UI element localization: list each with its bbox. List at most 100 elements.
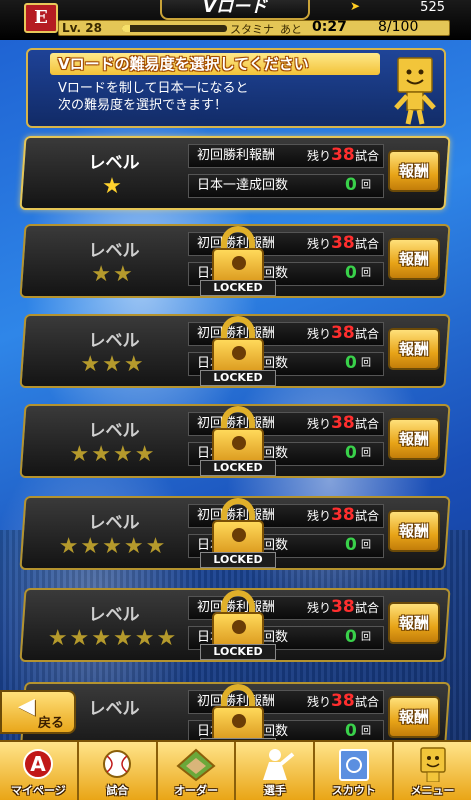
nav-label: メニュー [410,784,455,797]
locked-label: LOCKED [200,280,276,296]
player-level: Lv. 28 [62,21,102,35]
nav-label: 選手 [263,784,286,797]
instruction-banner: Vロードの難易度を選択してください Vロードを制して日本一になると 次の難易度を… [26,48,446,128]
player-icon [262,749,295,780]
remaining-games: 38 [331,145,355,165]
order-icon [176,748,216,782]
keyhole-icon [232,620,246,634]
first-win-reward-line: 初回勝利報酬 残り 38 試合 [188,144,384,168]
reward-button[interactable]: 報酬 [388,602,440,644]
level-row-6: レベル ★★★★★★ 初回勝利報酬 残り 38 試合 日本一達成回数 0 回 報… [19,588,451,662]
coin-count: 525 [420,0,445,15]
times-unit: 回 [361,632,371,643]
level-row-2: レベル ★★ 初回勝利報酬 残り 38 試合 日本一達成回数 0 回 報酬 LO… [19,224,451,298]
stamina-gauge [122,25,227,32]
stamina-count: 8/100 [378,19,419,35]
nav-label: マイページ [11,784,66,797]
champion-count: 0 [345,263,357,283]
bottom-nav: A マイページ 試合 オーダー 選手 スカウト メニュー [0,740,471,800]
games-unit: 試合 [355,695,380,709]
bolt-icon: ➤ [350,0,361,13]
nav-label: 試合 [106,784,129,797]
games-unit: 試合 [355,509,380,523]
difficulty-stars: ★★★ [80,352,146,377]
difficulty-stars: ★★★★★★ [47,626,179,651]
champion-count-label: 日本一達成回数 [197,178,289,193]
reward-button[interactable]: 報酬 [388,150,440,192]
mascot-icon [394,57,436,125]
my-page-icon: A [23,749,54,779]
games-unit: 試合 [355,601,380,615]
page-title: Vロード [160,0,310,20]
banner-line-1: Vロードを制して日本一になると [58,81,249,96]
locked-label: LOCKED [200,460,276,476]
games-unit: 試合 [355,237,380,251]
svg-text:A: A [31,752,47,776]
reward-button[interactable]: 報酬 [388,238,440,280]
reward-button[interactable]: 報酬 [388,696,440,738]
remaining-label: 残り [307,417,332,431]
champion-count: 0 [345,627,357,647]
champion-count: 0 [345,353,357,373]
keyhole-icon [232,714,246,728]
champion-count-line: 日本一達成回数 0 回 [188,174,384,198]
times-unit: 回 [361,540,371,551]
level-label: レベル [88,241,140,261]
champion-count: 0 [345,721,357,741]
reward-button[interactable]: 報酬 [388,418,440,460]
keyhole-icon [232,528,246,542]
back-button-label: 戻る [38,716,65,731]
difficulty-stars: ★★★★ [69,442,157,467]
level-row-5: レベル ★★★★★ 初回勝利報酬 残り 38 試合 日本一達成回数 0 回 報酬… [19,496,451,570]
nav-item-5[interactable]: スカウト [315,742,395,800]
level-label: レベル [88,513,140,533]
locked-label: LOCKED [200,370,276,386]
banner-line-2: 次の難易度を選択できます！ [58,98,228,113]
remaining-games: 38 [331,597,355,617]
times-unit: 回 [361,180,371,191]
remaining-games: 38 [331,691,355,711]
back-arrow-icon: ◀ [18,694,35,719]
stamina-label: スタミナ [230,23,274,36]
remaining-label: 残り [307,237,332,251]
lock-icon: LOCKED [200,314,276,388]
times-unit: 回 [361,448,371,459]
difficulty-stars: ★ [102,174,124,199]
champion-count: 0 [345,443,357,463]
nav-item-4[interactable]: 選手 [236,742,316,800]
level-row-3: レベル ★★★ 初回勝利報酬 残り 38 試合 日本一達成回数 0 回 報酬 L… [19,314,451,388]
nav-item-1[interactable]: A マイページ [0,742,79,800]
difficulty-stars: ★★ [91,262,135,287]
times-unit: 回 [361,268,371,279]
time-prefix: あと [280,23,302,36]
reward-button[interactable]: 報酬 [388,328,440,370]
stamina-gauge-fill [122,25,131,32]
level-label: レベル [88,605,140,625]
nav-item-3[interactable]: オーダー [158,742,237,800]
remaining-games: 38 [331,413,355,433]
menu-icon [419,747,446,782]
level-label: レベル [88,331,140,351]
lock-icon: LOCKED [200,588,276,662]
remaining-games: 38 [331,323,355,343]
reward-button[interactable]: 報酬 [388,510,440,552]
nav-item-2[interactable]: 試合 [79,742,158,800]
remaining-label: 残り [307,695,332,709]
difficulty-stars: ★★★★★ [58,534,168,559]
games-unit: 試合 [355,327,380,341]
keyhole-icon [232,436,246,450]
back-button[interactable]: ◀ 戻る [0,690,76,734]
remaining-label: 残り [307,327,332,341]
team-logo[interactable]: E [24,3,58,33]
games-unit: 試合 [355,417,380,431]
nav-item-6[interactable]: メニュー [394,742,471,800]
level-label: レベル [88,699,140,719]
first-win-reward-label: 初回勝利報酬 [197,148,276,163]
status-bar: E Vロード ➤ 525 Lv. 28 スタミナ あと 0:27 8/100 [0,0,471,40]
level-row-1[interactable]: レベル ★ 初回勝利報酬 残り 38 試合 日本一達成回数 0 回 報酬 [19,136,451,210]
banner-body: Vロードを制して日本一になると 次の難易度を選択できます！ [58,80,348,114]
times-unit: 回 [361,358,371,369]
locked-label: LOCKED [200,552,276,568]
lock-icon: LOCKED [200,224,276,298]
nav-label: スカウト [331,784,376,797]
